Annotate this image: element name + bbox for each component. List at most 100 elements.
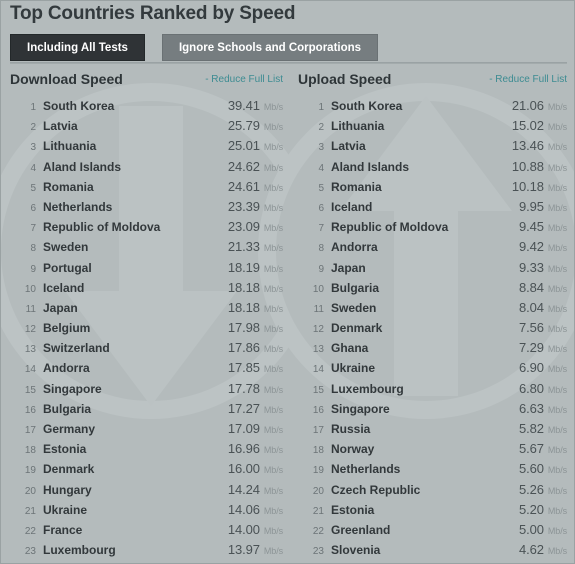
country-name[interactable]: Latvia — [331, 136, 512, 156]
country-name[interactable]: Singapore — [331, 399, 519, 419]
country-name[interactable]: Iceland — [331, 197, 519, 217]
rank-number: 12 — [24, 324, 36, 336]
country-name[interactable]: Norway — [331, 439, 519, 459]
speed-value: 13.46 Mb/s — [511, 138, 567, 154]
speed-value: 7.56 Mb/s — [518, 320, 567, 336]
rank-number: 13 — [312, 344, 324, 356]
country-name[interactable]: Mongolia — [331, 560, 519, 563]
rank-number: 23 — [24, 546, 36, 558]
country-name[interactable]: Germany — [43, 419, 228, 439]
country-name[interactable]: Bulgaria — [331, 278, 519, 298]
country-name[interactable]: Denmark — [43, 459, 228, 479]
rank-row: 7 Republic of Moldova 23.09 Mb/s — [10, 217, 283, 237]
country-name[interactable]: South Korea — [331, 96, 512, 116]
country-name[interactable]: Andorra — [43, 358, 228, 378]
rank-row: 8 Sweden 21.33 Mb/s — [10, 237, 283, 257]
rank-row: 13 Switzerland 17.86 Mb/s — [10, 338, 283, 358]
country-name[interactable]: Lithuania — [331, 116, 512, 136]
speed-value: 17.85 Mb/s — [227, 360, 283, 376]
rank-number: 4 — [30, 162, 36, 174]
speed-unit: Mb/s — [263, 344, 283, 355]
ranking-columns: Download Speed - Reduce Full List 1 South… — [1, 71, 574, 563]
download-reduce-full-list-link[interactable]: - Reduce Full List — [205, 74, 283, 85]
country-name[interactable]: France — [43, 520, 228, 540]
speed-unit: Mb/s — [547, 223, 567, 234]
rank-row: 12 Belgium 17.98 Mb/s — [10, 318, 283, 338]
country-name[interactable]: Switzerland — [43, 338, 228, 358]
speed-value: 16.00 Mb/s — [227, 461, 283, 477]
country-name[interactable]: Japan — [331, 258, 519, 278]
rank-row: 2 Lithuania 15.02 Mb/s — [298, 116, 567, 136]
country-name[interactable]: Iceland — [43, 278, 228, 298]
rank-row: 14 Ukraine 6.90 Mb/s — [298, 358, 567, 378]
country-name[interactable]: Luxembourg — [43, 540, 228, 560]
rank-number: 24 — [298, 562, 331, 563]
speed-value: 5.67 Mb/s — [518, 441, 567, 457]
country-name[interactable]: Ukraine — [43, 500, 228, 520]
speed-value: 10.88 Mb/s — [511, 158, 567, 174]
speed-value: 4.62 Mb/s — [518, 542, 567, 558]
country-name[interactable]: Norway — [43, 560, 228, 563]
tab-ignore-schools-and-corporations[interactable]: Ignore Schools and Corporations — [161, 34, 379, 61]
country-name[interactable]: Netherlands — [43, 197, 228, 217]
country-name[interactable]: Portugal — [43, 258, 228, 278]
rank-number: 16 — [312, 404, 324, 416]
speed-unit: Mb/s — [263, 202, 283, 213]
speed-unit: Mb/s — [547, 102, 567, 112]
country-name[interactable]: Sweden — [43, 237, 228, 257]
speed-unit: Mb/s — [547, 485, 567, 496]
speed-unit: Mb/s — [547, 425, 567, 435]
country-name[interactable]: Slovenia — [331, 540, 519, 560]
country-name[interactable]: South Korea — [43, 96, 228, 116]
rank-row: 23 Slovenia 4.62 Mb/s — [298, 540, 567, 560]
rank-row: 10 Iceland 18.18 Mb/s — [10, 278, 283, 298]
upload-reduce-full-list-link[interactable]: - Reduce Full List — [489, 74, 567, 85]
speed-unit: Mb/s — [263, 364, 283, 375]
rank-number: 12 — [312, 324, 324, 336]
country-name[interactable]: Romania — [43, 177, 228, 197]
country-name[interactable]: Hungary — [43, 480, 228, 500]
country-name[interactable]: Andorra — [331, 237, 519, 257]
rank-number: 8 — [30, 243, 36, 255]
country-name[interactable]: Lithuania — [43, 136, 228, 156]
country-name[interactable]: Luxembourg — [331, 379, 519, 399]
country-name[interactable]: Ukraine — [331, 358, 519, 378]
country-name[interactable]: Denmark — [331, 318, 519, 338]
rank-row: 10 Bulgaria 8.84 Mb/s — [298, 278, 567, 298]
country-name[interactable]: Greenland — [331, 520, 519, 540]
speed-unit: Mb/s — [547, 344, 567, 355]
rank-row: 1 South Korea 39.41 Mb/s — [10, 96, 283, 116]
page-title: Top Countries Ranked by Speed — [10, 3, 296, 24]
country-name[interactable]: Singapore — [43, 379, 228, 399]
rank-row: 11 Japan 18.18 Mb/s — [10, 298, 283, 318]
rank-number: 1 — [318, 102, 324, 113]
country-name[interactable]: Japan — [43, 298, 228, 318]
country-name[interactable]: Republic of Moldova — [43, 217, 228, 237]
country-name[interactable]: Netherlands — [331, 459, 519, 479]
country-name[interactable]: Aland Islands — [331, 157, 512, 177]
country-name[interactable]: Romania — [331, 177, 512, 197]
country-name[interactable]: Bulgaria — [43, 399, 228, 419]
speed-unit: Mb/s — [547, 465, 567, 476]
country-name[interactable]: Czech Republic — [331, 480, 519, 500]
speed-value: 14.06 Mb/s — [227, 501, 283, 517]
country-name[interactable]: Aland Islands — [43, 157, 228, 177]
country-name[interactable]: Ghana — [331, 338, 519, 358]
rank-number: 19 — [24, 465, 36, 477]
tab-including-all-tests[interactable]: Including All Tests — [10, 34, 145, 61]
country-name[interactable]: Russia — [331, 419, 519, 439]
country-name[interactable]: Belgium — [43, 318, 228, 338]
rank-number: 8 — [318, 243, 324, 255]
country-name[interactable]: Latvia — [43, 116, 228, 136]
country-name[interactable]: Estonia — [331, 500, 519, 520]
speed-unit: Mb/s — [263, 445, 283, 456]
speed-value: 17.78 Mb/s — [227, 380, 283, 396]
country-name[interactable]: Republic of Moldova — [331, 217, 519, 237]
speed-unit: Mb/s — [547, 142, 567, 153]
rank-number: 17 — [312, 425, 324, 436]
speed-value: 24.61 Mb/s — [227, 178, 283, 194]
speed-value: 5.00 Mb/s — [518, 521, 567, 537]
rank-row: 4 Aland Islands 10.88 Mb/s — [298, 157, 567, 177]
country-name[interactable]: Estonia — [43, 439, 228, 459]
country-name[interactable]: Sweden — [331, 298, 519, 318]
